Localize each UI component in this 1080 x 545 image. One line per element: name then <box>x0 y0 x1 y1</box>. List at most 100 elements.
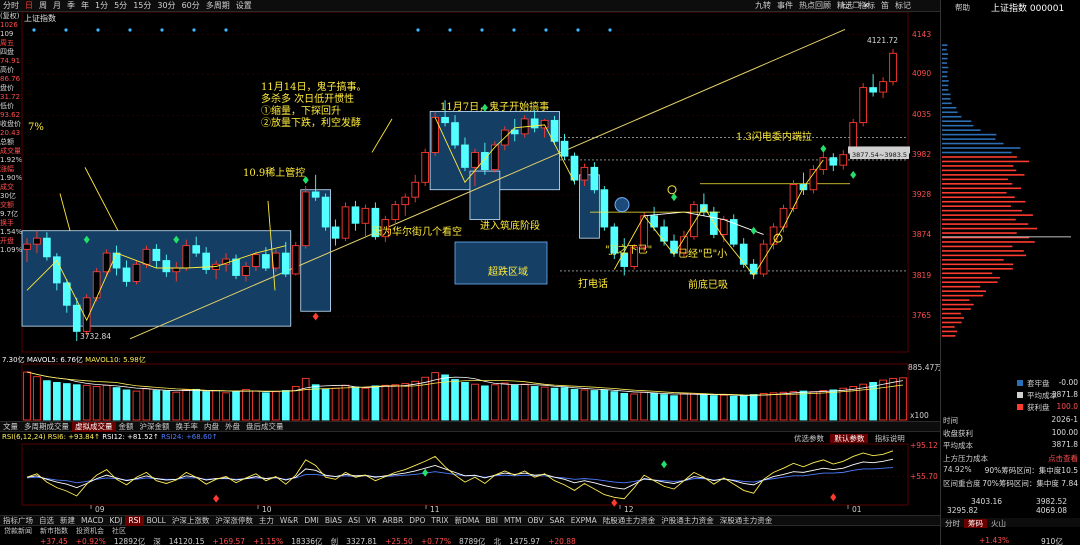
cost-range2-low: 3295.82 <box>947 506 979 515</box>
chip-bar <box>942 71 948 73</box>
news-link[interactable]: 社区 <box>108 527 130 535</box>
menu-hot-review[interactable]: 热点回顾 <box>796 0 834 12</box>
tab-macd[interactable]: MACD <box>78 516 106 526</box>
chip-row-value[interactable]: 点击查看 <box>1048 453 1078 464</box>
tab-indicator-square[interactable]: 指标广场 <box>0 516 36 526</box>
tab-custom[interactable]: 自选 <box>36 516 57 526</box>
ticker-item: 14120.15 <box>168 537 205 545</box>
tab-sgt-main[interactable]: 深股通主力资金 <box>717 516 776 526</box>
tab-main[interactable]: 主力 <box>256 516 277 526</box>
menu-item[interactable]: 分时 <box>0 0 22 12</box>
tab-chips[interactable]: 筹码 <box>964 519 987 528</box>
tab-hs-amount[interactable]: 沪深金额 <box>137 422 173 432</box>
tab-sar[interactable]: SAR <box>546 516 567 526</box>
cost-range-low: 3403.16 <box>971 497 1003 506</box>
tab-inner[interactable]: 内盘 <box>201 422 222 432</box>
close-icon[interactable]: ✕ <box>863 1 873 10</box>
tab-outer[interactable]: 外盘 <box>222 422 243 432</box>
tab-multi-volume[interactable]: 多周期成交量 <box>21 422 72 432</box>
chip-bar <box>942 303 974 306</box>
menu-di[interactable]: 笛 <box>878 0 892 12</box>
chip-panel: 帮助 上证指数 000001 套牢盘 -0.00 平均成本 3871.8 获利盘 100.… <box>940 0 1080 545</box>
kline-chart[interactable] <box>0 12 940 545</box>
candle-body <box>829 157 838 166</box>
ticker-end-pct: +1.43% <box>979 536 1010 545</box>
tab-asi[interactable]: ASI <box>345 516 363 526</box>
menu-item-active[interactable]: 日 <box>22 0 36 12</box>
help-link[interactable]: 帮助 <box>955 2 970 13</box>
menu-item[interactable]: 60分 <box>179 0 203 12</box>
tab-volume[interactable]: 文量 <box>0 422 21 432</box>
signal-dot <box>544 28 548 32</box>
tab-obv[interactable]: OBV <box>525 516 547 526</box>
tab-dmi[interactable]: DMI <box>301 516 321 526</box>
volume-bar <box>600 389 609 421</box>
price-tick: 3928 <box>912 189 932 199</box>
menu-item[interactable]: 30分 <box>154 0 178 12</box>
menu-item[interactable]: 1分 <box>92 0 111 12</box>
tab-new-dma[interactable]: 新DMA <box>452 516 483 526</box>
chip-bar <box>942 218 1016 221</box>
tab-amount[interactable]: 金额 <box>116 422 137 432</box>
volume-bar <box>281 390 290 421</box>
tab-mtm[interactable]: MTM <box>501 516 525 526</box>
tab-boll[interactable]: BOLL <box>144 516 169 526</box>
menu-item[interactable]: 15分 <box>130 0 154 12</box>
menu-marks[interactable]: 标记 <box>892 0 914 12</box>
chip-bar <box>942 281 998 284</box>
tab-kdj[interactable]: KDJ <box>106 516 125 526</box>
volume-bar <box>700 394 708 421</box>
tab-bias[interactable]: BIAS <box>322 516 345 526</box>
tab-lgt-main[interactable]: 陆股通主力资金 <box>600 516 659 526</box>
tab-turnover[interactable]: 换手率 <box>173 422 202 432</box>
volume-bar <box>739 395 748 421</box>
tab-wr[interactable]: W&R <box>277 516 301 526</box>
tab-trix[interactable]: TRIX <box>428 516 451 526</box>
signal-dot <box>192 28 196 32</box>
minimize-icon[interactable]: ▭ <box>842 1 853 10</box>
menu-item[interactable]: 年 <box>78 0 92 12</box>
menu-item[interactable]: 季 <box>64 0 78 12</box>
candle-body <box>441 116 449 124</box>
indicator-help-button[interactable]: 指标说明 <box>871 434 909 443</box>
volume-tick-bottom: x100 <box>910 411 929 420</box>
news-link[interactable]: 投资机会 <box>72 527 108 535</box>
tab-vr[interactable]: VR <box>363 516 379 526</box>
tab-hs-limit[interactable]: 沪深涨停数 <box>212 516 256 526</box>
tab-arbr[interactable]: ARBR <box>380 516 407 526</box>
tab-dpo[interactable]: DPO <box>406 516 428 526</box>
volume-bar <box>291 386 300 421</box>
tab-bbi[interactable]: BBI <box>482 516 501 526</box>
chip-bar <box>942 66 949 69</box>
default-params-button[interactable]: 默认参数 <box>830 434 869 443</box>
tab-virtual-volume[interactable]: 虚拟成交量 <box>72 422 116 432</box>
ticker-item: +0.92% <box>75 537 106 545</box>
tab-hgt-main[interactable]: 沪股通主力资金 <box>658 516 717 526</box>
menu-events[interactable]: 事件 <box>774 0 796 12</box>
menu-item[interactable]: 周 <box>36 0 50 12</box>
menu-jiuzhuan[interactable]: 九转 <box>752 0 774 12</box>
chip-bar <box>942 209 1023 212</box>
menu-item[interactable]: 设置 <box>233 0 255 12</box>
rsi24-label: RSI24: +68.60↑ <box>161 433 218 441</box>
tab-expma[interactable]: EXPMA <box>568 516 600 526</box>
menu-item[interactable]: 月 <box>50 0 64 12</box>
chip-bar <box>942 174 1025 176</box>
menu-item[interactable]: 5分 <box>111 0 130 12</box>
candle-body <box>291 245 300 275</box>
rsi-sell-icon <box>830 493 837 502</box>
news-link[interactable]: 贷款新闻 <box>0 527 36 535</box>
volume-bar <box>142 388 151 421</box>
chip-bar <box>942 294 984 297</box>
tab-new[interactable]: 新建 <box>57 516 78 526</box>
news-link[interactable]: 新市指数 <box>36 527 72 535</box>
tab-timeshare[interactable]: 分时 <box>941 519 964 528</box>
optimal-params-button[interactable]: 优选参数 <box>790 434 828 443</box>
menu-item[interactable]: 多周期 <box>203 0 233 12</box>
restore-icon[interactable]: ❐ <box>853 1 863 10</box>
tab-hs-up[interactable]: 沪深上涨数 <box>169 516 213 526</box>
tab-after-hours[interactable]: 盘后成交量 <box>243 422 287 432</box>
chip-bar <box>942 80 949 82</box>
tab-rsi[interactable]: RSI <box>125 516 144 526</box>
tab-volcano[interactable]: 火山 <box>987 519 1010 528</box>
